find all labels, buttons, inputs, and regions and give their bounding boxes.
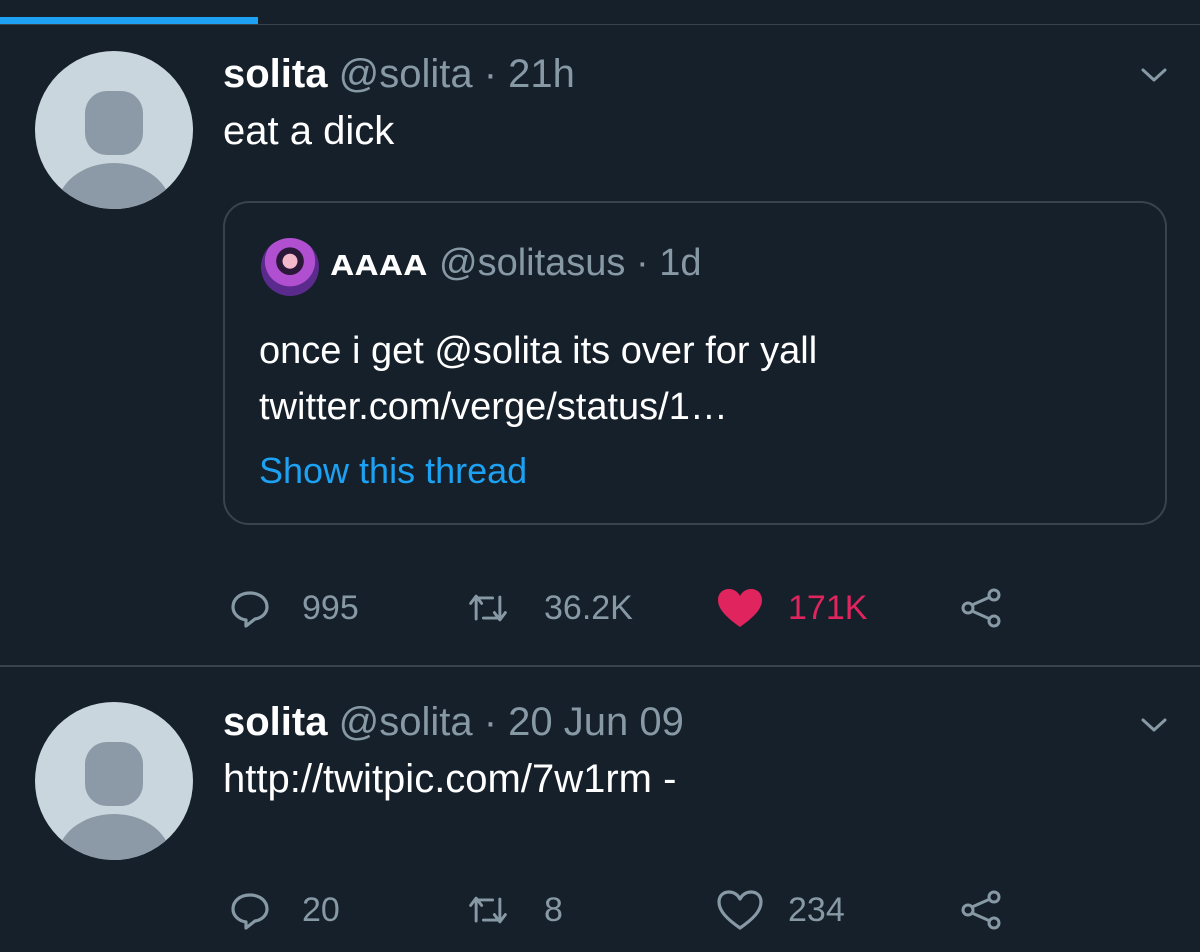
author-handle[interactable]: @solita bbox=[339, 700, 473, 744]
tweet-text-link[interactable]: http://twitpic.com/7w1rm - bbox=[223, 755, 676, 803]
separator-dot: · bbox=[483, 52, 498, 96]
retweet-count: 36.2K bbox=[544, 589, 633, 627]
quoted-text-line: once i get @solita its over for yall bbox=[259, 330, 818, 372]
share-icon[interactable] bbox=[960, 889, 1002, 931]
tweet-actions: 20 8 234 bbox=[0, 879, 1200, 939]
author-handle[interactable]: @solita bbox=[339, 52, 473, 96]
like-count: 171K bbox=[788, 589, 868, 627]
retweet-icon[interactable] bbox=[467, 889, 509, 931]
like-count: 234 bbox=[788, 891, 845, 929]
tweet-timestamp[interactable]: 21h bbox=[508, 52, 575, 96]
chevron-down-icon[interactable] bbox=[1138, 59, 1170, 91]
tweet-header: solita @solita · 21h bbox=[223, 51, 575, 97]
quoted-author-name[interactable]: ᴀᴀᴀᴀ bbox=[331, 242, 428, 284]
reply-icon[interactable] bbox=[229, 889, 271, 931]
quoted-tweet[interactable]: ᴀᴀᴀᴀ @solitasus · 1d once i get @solita … bbox=[223, 201, 1167, 525]
quoted-tweet-header: ᴀᴀᴀᴀ @solitasus · 1d bbox=[331, 240, 701, 286]
tweet-timestamp[interactable]: 20 Jun 09 bbox=[508, 700, 684, 744]
heart-icon[interactable] bbox=[716, 587, 764, 629]
chevron-down-icon[interactable] bbox=[1138, 709, 1170, 741]
retweet-icon[interactable] bbox=[467, 587, 509, 629]
retweet-count: 8 bbox=[544, 891, 563, 929]
reply-count: 995 bbox=[302, 589, 359, 627]
author-name[interactable]: solita bbox=[223, 700, 327, 744]
tweet[interactable]: solita @solita · 21h eat a dick ᴀᴀᴀᴀ @so… bbox=[0, 25, 1200, 667]
reply-count: 20 bbox=[302, 891, 340, 929]
author-name[interactable]: solita bbox=[223, 52, 327, 96]
separator-dot: · bbox=[635, 242, 649, 284]
quoted-text-link[interactable]: twitter.com/verge/status/1… bbox=[259, 379, 817, 435]
quoted-tweet-text: once i get @solita its over for yall twi… bbox=[259, 323, 817, 435]
separator-dot: · bbox=[483, 700, 498, 744]
tweet-header: solita @solita · 20 Jun 09 bbox=[223, 699, 684, 745]
quoted-author-handle[interactable]: @solitasus bbox=[439, 242, 625, 284]
default-avatar-icon[interactable] bbox=[35, 702, 193, 860]
tweet-text: eat a dick bbox=[223, 109, 395, 153]
default-avatar-icon[interactable] bbox=[35, 51, 193, 209]
quoted-author-avatar[interactable] bbox=[261, 238, 319, 296]
quoted-tweet-timestamp[interactable]: 1d bbox=[659, 242, 701, 284]
share-icon[interactable] bbox=[960, 587, 1002, 629]
show-thread-link[interactable]: Show this thread bbox=[259, 449, 527, 493]
tweet-actions: 995 36.2K 171K bbox=[0, 577, 1200, 637]
tweet[interactable]: solita @solita · 20 Jun 09 http://twitpi… bbox=[0, 667, 1200, 952]
heart-icon[interactable] bbox=[716, 889, 764, 931]
reply-icon[interactable] bbox=[229, 587, 271, 629]
